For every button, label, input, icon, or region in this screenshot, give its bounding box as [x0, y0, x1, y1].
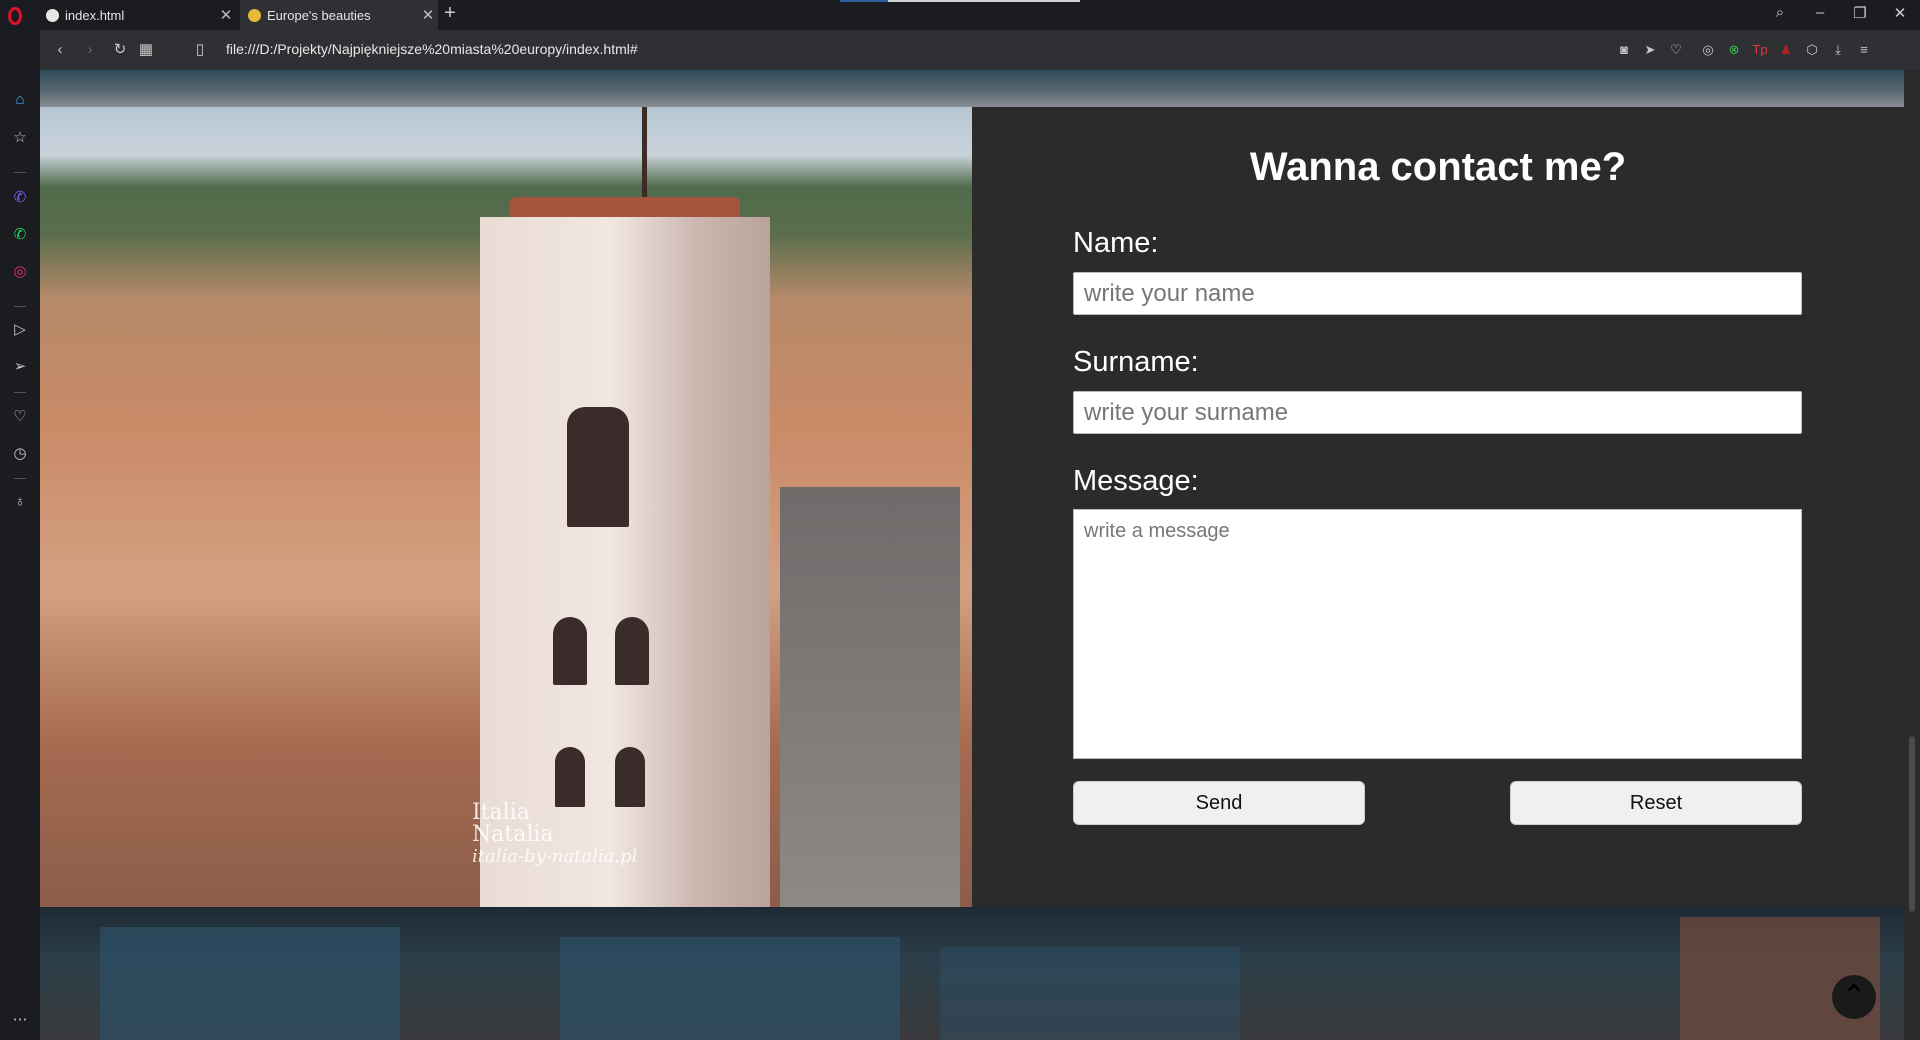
- close-tab-icon[interactable]: ✕: [216, 6, 236, 24]
- url-field[interactable]: file:///D:/Projekty/Najpiękniejsze%20mia…: [226, 41, 638, 57]
- restore-button[interactable]: ❐: [1848, 4, 1872, 22]
- tips-lightbulb-icon[interactable]: ♁: [10, 492, 30, 512]
- extension-green-icon[interactable]: ⊗: [1724, 40, 1744, 60]
- page-favicon-icon: [248, 8, 261, 22]
- back-button[interactable]: ‹: [50, 40, 70, 60]
- address-bar: ‹ › ↻ ▦ ▯ file:///D:/Projekty/Najpięknie…: [40, 30, 1920, 70]
- opera-logo-icon[interactable]: [8, 7, 22, 25]
- close-window-button[interactable]: ✕: [1888, 4, 1912, 22]
- search-tabs-icon[interactable]: ⌕: [1768, 4, 1792, 21]
- message-textarea[interactable]: [1073, 509, 1802, 759]
- file-icon: ▯: [195, 41, 205, 58]
- sidebar-divider: [14, 306, 26, 307]
- tab-index-html[interactable]: index.html ✕: [38, 0, 236, 30]
- message-label: Message:: [1073, 465, 1199, 497]
- favorites-heart-icon[interactable]: ♡: [10, 407, 30, 427]
- sidebar: ⌂ ☆ ✆ ✆ ◎ ▷ ➢ ♡ ◷ ♁ ⋯: [0, 30, 40, 1040]
- name-input[interactable]: [1073, 272, 1802, 315]
- bottom-background-image: [40, 907, 1904, 1040]
- scrollbar-thumb[interactable]: [1909, 736, 1915, 912]
- back-to-top-button[interactable]: ⌃: [1832, 975, 1876, 1019]
- page-scrollbar[interactable]: [1904, 70, 1920, 1040]
- contact-form-title: Wanna contact me?: [1249, 145, 1627, 189]
- name-label: Name:: [1073, 227, 1159, 259]
- extension-tp-icon[interactable]: Tp: [1750, 40, 1770, 60]
- sidebar-divider: [14, 392, 26, 393]
- new-tab-button[interactable]: +: [440, 2, 460, 25]
- messenger-icon[interactable]: ✆: [10, 188, 30, 208]
- send-button[interactable]: Send: [1073, 781, 1365, 825]
- globe-icon: [46, 8, 59, 22]
- photo-watermark: Italia Natalia italia-by-natalia.pl: [472, 802, 637, 868]
- minimize-button[interactable]: –: [1808, 4, 1832, 21]
- sidebar-divider: [14, 478, 26, 479]
- extension-red-icon[interactable]: ♟: [1776, 40, 1796, 60]
- watermark-line: italia-by-natalia.pl: [472, 846, 638, 867]
- extension-vpn-icon[interactable]: ◎: [1698, 40, 1718, 60]
- page-viewport: Italia Natalia italia-by-natalia.pl Wann…: [40, 70, 1904, 1040]
- more-icon[interactable]: ⋯: [10, 1010, 30, 1030]
- send-icon[interactable]: ➤: [1640, 40, 1660, 60]
- tab-title: index.html: [65, 7, 125, 23]
- menu-icon[interactable]: ≡: [1854, 40, 1874, 60]
- contact-form-panel: Wanna contact me? Name: Surname: Message…: [972, 107, 1904, 907]
- reset-button[interactable]: Reset: [1510, 781, 1802, 825]
- surname-input[interactable]: [1073, 391, 1802, 434]
- surname-label: Surname:: [1073, 346, 1199, 378]
- cube-icon[interactable]: ⬡: [1802, 40, 1822, 60]
- loading-indicator-track: [888, 0, 1080, 2]
- reload-button[interactable]: ↻: [110, 40, 130, 60]
- player-icon[interactable]: ▷: [10, 320, 30, 340]
- top-background-image: [40, 70, 1904, 107]
- tabs-grid-icon[interactable]: ▦: [136, 40, 156, 60]
- download-icon[interactable]: ⤓: [1828, 40, 1848, 60]
- watermark-line: Italia: [472, 800, 530, 825]
- flow-icon[interactable]: ➢: [10, 357, 30, 377]
- bookmarks-icon[interactable]: ☆: [10, 128, 30, 148]
- watermark-line: Natalia: [472, 822, 554, 847]
- close-tab-icon[interactable]: ✕: [418, 6, 438, 24]
- snapshot-icon[interactable]: ◙: [1614, 40, 1634, 60]
- tab-title: Europe's beauties: [267, 7, 371, 23]
- tab-europes-beauties[interactable]: Europe's beauties ✕: [240, 0, 438, 30]
- instagram-icon[interactable]: ◎: [10, 262, 30, 282]
- home-icon[interactable]: ⌂: [10, 90, 30, 110]
- sidebar-divider: [14, 172, 26, 173]
- forward-button[interactable]: ›: [80, 40, 100, 60]
- florence-bell-tower-photo: Italia Natalia italia-by-natalia.pl: [40, 107, 972, 907]
- whatsapp-icon[interactable]: ✆: [10, 225, 30, 245]
- history-icon[interactable]: ◷: [10, 444, 30, 464]
- heart-icon[interactable]: ♡: [1666, 40, 1686, 60]
- tab-bar: index.html ✕ Europe's beauties ✕ + ⌕ – ❐…: [0, 0, 1920, 30]
